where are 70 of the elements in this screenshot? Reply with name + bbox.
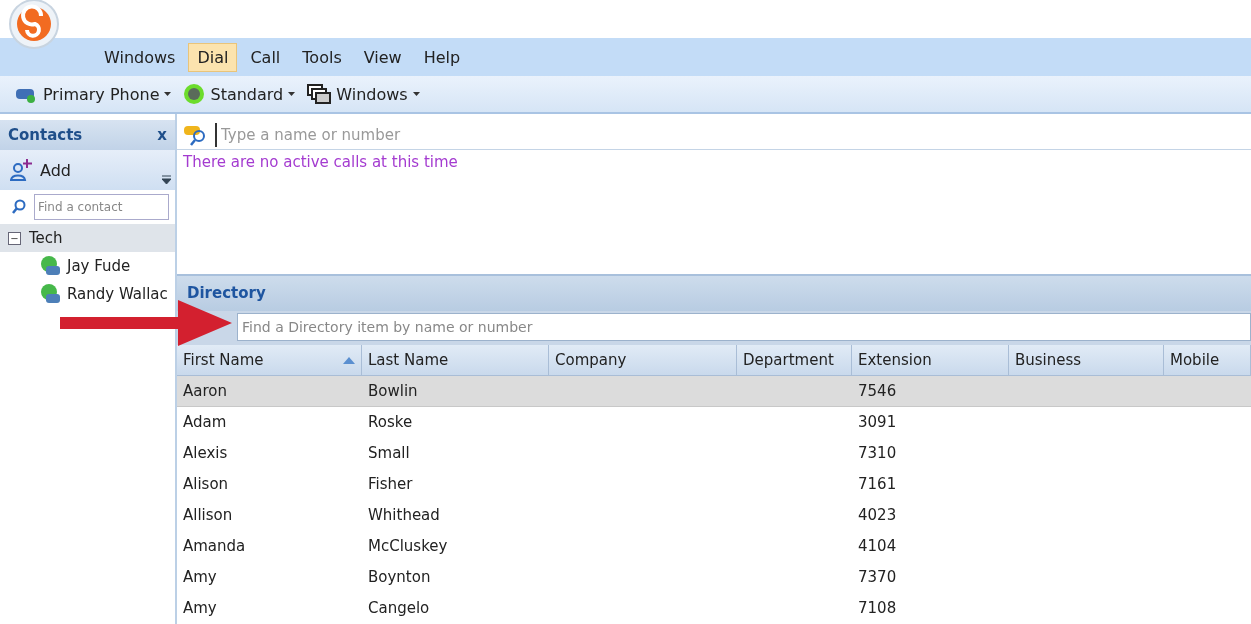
- column-label: Last Name: [368, 351, 449, 369]
- menu-item[interactable]: Dial: [188, 42, 238, 72]
- menu-item[interactable]: View: [354, 42, 411, 72]
- column-label: Company: [555, 351, 627, 369]
- table-cell-text: Amy: [182, 567, 218, 588]
- table-cell-text: 7108: [857, 598, 898, 619]
- toolbar-dropdown[interactable]: Windows: [305, 84, 422, 104]
- panel-title: Contacts: [8, 126, 83, 144]
- table-cell-text: 3091: [857, 412, 898, 433]
- column-label: First Name: [183, 351, 264, 369]
- table-row[interactable]: Aaron Bowlin 7546: [177, 376, 1251, 407]
- table-cell-text: Cangelo: [367, 598, 431, 619]
- table-cell-text: Adam: [182, 412, 228, 433]
- table-cell-text: Fisher: [367, 474, 414, 495]
- contact-search-field[interactable]: Find a contact: [34, 194, 169, 220]
- column-label: Extension: [858, 351, 932, 369]
- toolbar-label: Primary Phone: [43, 84, 160, 104]
- caret-icon: [412, 92, 420, 96]
- table-cell-text: Bowlin: [367, 381, 419, 402]
- directory-title: Directory: [187, 284, 266, 303]
- contact-phone-icon: [40, 255, 62, 277]
- column-header[interactable]: Company: [549, 345, 737, 376]
- toolbar-label: Windows: [336, 84, 408, 104]
- table-cell-text: Allison: [182, 505, 234, 526]
- table-cell-text: 7310: [857, 443, 898, 464]
- table-cell-text: Roske: [367, 412, 414, 433]
- directory-search-field[interactable]: Find a Directory item by name or number: [237, 313, 1251, 341]
- table-cell-text: 7161: [857, 474, 898, 495]
- status-message: There are no active calls at this time: [183, 153, 458, 172]
- toolbar-dropdown[interactable]: Primary Phone: [12, 84, 174, 104]
- table-cell-text: Boynton: [367, 567, 432, 588]
- column-header[interactable]: Business: [1009, 345, 1164, 376]
- column-header[interactable]: Mobile: [1164, 345, 1251, 376]
- table-cell-text: Aaron: [182, 381, 228, 402]
- table-cell-text: Amanda: [182, 536, 247, 557]
- add-button[interactable]: Add: [0, 150, 175, 190]
- toolbar-dropdown[interactable]: Standard: [181, 83, 298, 105]
- table-cell-text: Alexis: [182, 443, 229, 464]
- caret-icon: [288, 92, 296, 96]
- column-header[interactable]: Department: [737, 345, 852, 376]
- table-cell-text: Amy: [182, 598, 218, 619]
- toolbar-label: Standard: [210, 84, 284, 104]
- column-label: Department: [743, 351, 834, 369]
- table-cell-text: Alison: [182, 474, 230, 495]
- column-header[interactable]: Last Name: [362, 345, 549, 376]
- table-cell-text: Small: [367, 443, 411, 464]
- menu-item[interactable]: Call: [241, 42, 290, 72]
- table-cell-text: 4104: [857, 536, 898, 557]
- status-icon: [183, 83, 206, 105]
- column-label: Mobile: [1170, 351, 1220, 369]
- collapse-icon[interactable]: −: [8, 231, 21, 245]
- column-header[interactable]: First Name: [177, 345, 362, 376]
- column-header[interactable]: Extension: [852, 345, 1009, 376]
- column-label: Business: [1015, 351, 1082, 369]
- table-cell-text: 7546: [857, 381, 898, 402]
- caret-icon: [164, 92, 172, 96]
- menu-item[interactable]: Help: [414, 42, 470, 72]
- table-cell-text: Whithead: [367, 505, 441, 526]
- windows-icon: [307, 84, 332, 104]
- search-icon: [12, 199, 26, 215]
- contact-phone-icon: [40, 283, 62, 305]
- table-cell-text: McCluskey: [367, 536, 449, 557]
- menu-item[interactable]: Windows: [95, 42, 185, 72]
- table-cell-text: 4023: [857, 505, 898, 526]
- group-label: Tech: [29, 229, 63, 247]
- grip-icon: [162, 175, 171, 184]
- close-button[interactable]: x: [157, 126, 167, 144]
- group-row[interactable]: − Tech: [0, 224, 175, 252]
- table-cell-text: 7370: [857, 567, 898, 588]
- menu-item[interactable]: Tools: [293, 42, 351, 72]
